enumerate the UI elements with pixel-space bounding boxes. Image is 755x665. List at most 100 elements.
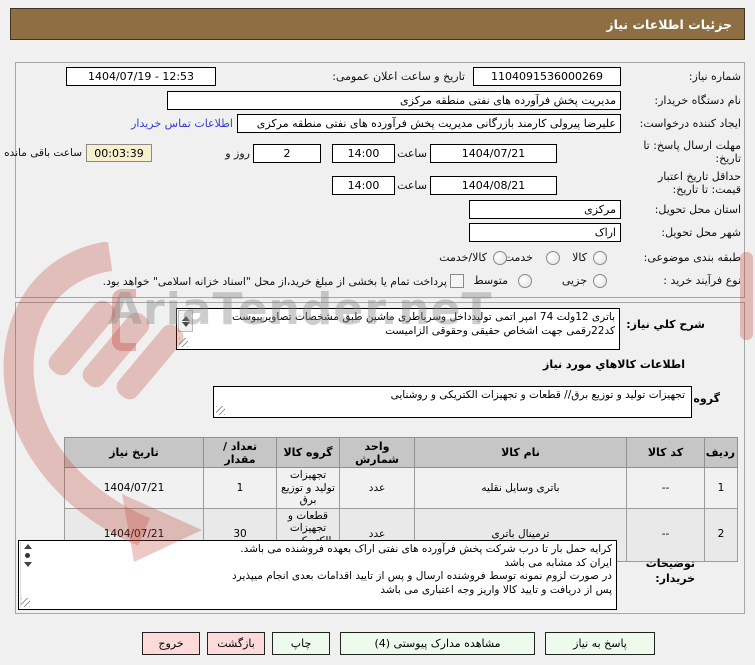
buyer-org-label: نام دستگاه خریدار: bbox=[654, 94, 741, 107]
validity-date-input[interactable]: 1404/08/21 bbox=[430, 176, 557, 195]
exit-button[interactable]: خروج bbox=[142, 632, 200, 655]
countdown-box: 00:03:39 bbox=[86, 144, 152, 162]
cell-group: تجهیزات تولید و توزیع برق bbox=[276, 467, 340, 509]
buyer-org-value: مدیریت پخش فرآورده های نفتی منطقه مرکزی bbox=[400, 94, 616, 107]
arrow-down-icon bbox=[23, 562, 32, 567]
need-desc-label: شرح کلي نیاز: bbox=[626, 318, 705, 331]
radio-medium[interactable] bbox=[518, 274, 532, 288]
need-number-value: 1104091536000269 bbox=[491, 70, 603, 83]
city-value: اراک bbox=[594, 226, 616, 239]
need-desc-line: باتری 12ولت 74 امپر اتمی تولیدداخل وسربا… bbox=[231, 311, 615, 323]
buyer-notes-textarea[interactable]: کرایه حمل بار تا درب شرکت پخش فرآورده ها… bbox=[18, 540, 617, 610]
cell-row: 2 bbox=[704, 507, 738, 562]
deadline-date-value: 1404/07/21 bbox=[461, 147, 526, 160]
radio-goods[interactable] bbox=[593, 251, 607, 265]
deadline-hour-label: ساعت bbox=[397, 147, 427, 160]
process-label: نوع فرآیند خرید : bbox=[663, 274, 741, 287]
creator-input[interactable]: علیرضا پیرولی کارمند بازرگانی مدیریت پخش… bbox=[237, 114, 621, 133]
back-button-label: بازگشت bbox=[217, 637, 255, 650]
need-desc-textarea[interactable]: باتری 12ولت 74 امپر اتمی تولیدداخل وسربا… bbox=[176, 308, 620, 350]
goods-info-header: اطلاعات کالاهاي مورد نیاز bbox=[543, 358, 685, 371]
goods-group-input[interactable]: تجهیزات تولید و توزیع برق// قطعات و تجهی… bbox=[213, 386, 692, 418]
radio-minor-label: جزیی bbox=[561, 274, 587, 287]
scroll-thumb-icon bbox=[25, 553, 30, 558]
radio-goods-service-label: کالا/خدمت bbox=[439, 251, 487, 264]
days-label: روز و bbox=[225, 147, 250, 160]
buyer-notes-line: در صورت لزوم نمونه توسط فروشنده ارسال و … bbox=[232, 570, 612, 582]
need-number-input[interactable]: 1104091536000269 bbox=[473, 67, 621, 86]
cell-code: -- bbox=[626, 507, 705, 562]
deadline-time-value: 14:00 bbox=[347, 147, 380, 160]
radio-service[interactable] bbox=[546, 251, 560, 265]
countdown-value: 00:03:39 bbox=[94, 146, 144, 160]
announce-input[interactable]: 1404/07/19 - 12:53 bbox=[66, 67, 216, 86]
validity-label: حداقل تاریخ اعتبار قیمت: تا تاریخ: bbox=[657, 170, 741, 196]
col-group: گروه کالا bbox=[276, 437, 340, 468]
creator-value: علیرضا پیرولی کارمند بازرگانی مدیریت پخش… bbox=[256, 117, 616, 130]
table-header-row: ردیف کد کالا نام کالا واحد شمارش گروه کا… bbox=[64, 437, 738, 468]
buyer-notes-line: کرایه حمل بار تا درب شرکت پخش فرآورده ها… bbox=[240, 543, 612, 555]
view-attachments-button-label: مشاهده مدارک پیوستی (4) bbox=[374, 637, 501, 650]
deadline-date-input[interactable]: 1404/07/21 bbox=[430, 144, 557, 163]
buyer-notes-label: توضیحات خریدار: bbox=[645, 557, 695, 585]
need-number-label: شماره نیاز: bbox=[688, 70, 741, 83]
validity-hour-label: ساعت bbox=[397, 179, 427, 192]
arrow-up-icon bbox=[23, 544, 32, 549]
announce-label: تاریخ و ساعت اعلان عمومی: bbox=[332, 70, 465, 83]
col-code: کد کالا bbox=[626, 437, 705, 468]
cell-name: باتری وسایل نقلیه bbox=[414, 467, 627, 509]
validity-time-input[interactable]: 14:00 bbox=[332, 176, 395, 195]
radio-goods-service[interactable] bbox=[493, 251, 507, 265]
print-button-label: چاپ bbox=[290, 637, 312, 650]
table-row[interactable]: 1 -- باتری وسایل نقلیه عدد تجهیزات تولید… bbox=[64, 467, 738, 509]
remaining-days-input[interactable]: 2 bbox=[253, 144, 321, 163]
page-title-text: جزئیات اطلاعات نیاز bbox=[606, 16, 732, 32]
cell-code: -- bbox=[626, 467, 705, 509]
radio-medium-label: متوسط bbox=[473, 274, 508, 287]
city-label: شهر محل تحویل: bbox=[661, 226, 741, 239]
col-row: ردیف bbox=[704, 437, 738, 468]
buyer-notes-line: ایران کد مشابه می باشد bbox=[504, 556, 612, 569]
buyer-org-input[interactable]: مدیریت پخش فرآورده های نفتی منطقه مرکزی bbox=[167, 91, 621, 110]
arrow-up-icon bbox=[181, 315, 190, 321]
page-title: جزئیات اطلاعات نیاز bbox=[10, 8, 745, 40]
radio-service-label: خدمت bbox=[503, 251, 533, 264]
scroll-spinner-icon[interactable] bbox=[178, 310, 193, 332]
announce-value: 1404/07/19 - 12:53 bbox=[87, 70, 195, 83]
respond-button[interactable]: پاسخ به نیاز bbox=[545, 632, 655, 655]
need-details-page: جزئیات اطلاعات نیاز شماره نیاز: 11040915… bbox=[0, 0, 755, 665]
resize-handle-icon[interactable] bbox=[216, 406, 225, 415]
city-input[interactable]: اراک bbox=[469, 223, 621, 242]
buyer-contact-link[interactable]: اطلاعات تماس خریدار bbox=[131, 117, 233, 130]
remaining-days-value: 2 bbox=[283, 147, 291, 160]
treasury-checkbox[interactable] bbox=[450, 274, 464, 288]
view-attachments-button[interactable]: مشاهده مدارک پیوستی (4) bbox=[340, 632, 535, 655]
buyer-notes-line: پس از دریافت و تایید کالا واریز وجه اعتب… bbox=[380, 583, 612, 596]
radio-minor[interactable] bbox=[593, 274, 607, 288]
cell-unit: عدد bbox=[339, 467, 415, 509]
need-desc-line: کد22رقمی جهت اشخاص حقیقی وحقوقی الزامیست bbox=[385, 324, 615, 337]
radio-goods-label: کالا bbox=[572, 251, 587, 264]
col-date: تاریخ نیاز bbox=[64, 437, 204, 468]
validity-date-value: 1404/08/21 bbox=[461, 179, 526, 192]
cell-qty: 1 bbox=[203, 467, 277, 509]
cell-date: 1404/07/21 bbox=[64, 467, 204, 509]
goods-group-value: تجهیزات تولید و توزیع برق// قطعات و تجهی… bbox=[390, 389, 685, 401]
deadline-label: مهلت ارسال پاسخ: تا تاریخ: bbox=[643, 139, 741, 165]
validity-time-value: 14:00 bbox=[347, 179, 380, 192]
col-name: نام کالا bbox=[414, 437, 627, 468]
creator-label: ایجاد کننده درخواست: bbox=[639, 117, 741, 130]
back-button[interactable]: بازگشت bbox=[207, 632, 265, 655]
province-label: استان محل تحویل: bbox=[654, 203, 741, 216]
print-button[interactable]: چاپ bbox=[272, 632, 330, 655]
province-input[interactable]: مرکزی bbox=[469, 200, 621, 219]
classification-label: طبقه بندی موضوعی: bbox=[643, 251, 741, 264]
resize-handle-icon[interactable] bbox=[179, 338, 188, 347]
col-qty: تعداد / مقدار bbox=[203, 437, 277, 468]
resize-handle-icon[interactable] bbox=[21, 598, 30, 607]
exit-button-label: خروج bbox=[158, 637, 184, 650]
col-unit: واحد شمارش bbox=[339, 437, 415, 468]
deadline-time-input[interactable]: 14:00 bbox=[332, 144, 395, 163]
cell-row: 1 bbox=[704, 467, 738, 509]
respond-button-label: پاسخ به نیاز bbox=[573, 637, 627, 650]
